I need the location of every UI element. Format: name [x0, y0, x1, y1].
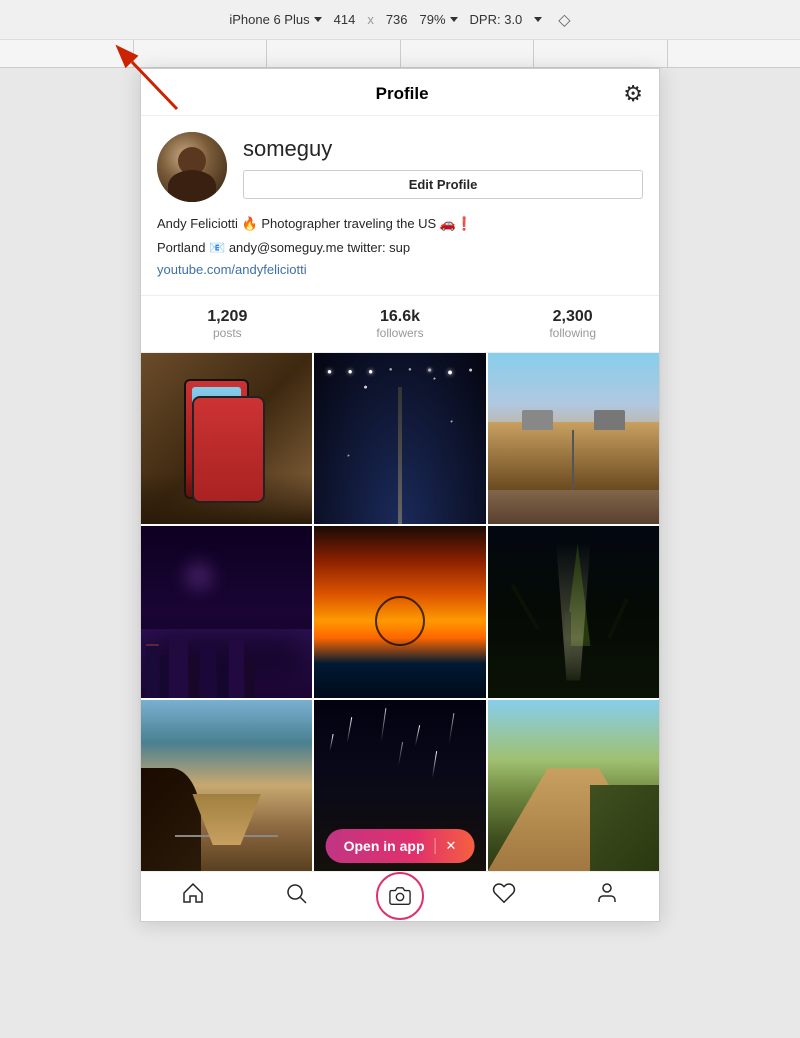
posts-count: 1,209	[141, 308, 314, 326]
camera-icon	[389, 885, 411, 907]
search-icon	[284, 881, 308, 911]
zoom-level[interactable]: 79%	[420, 12, 458, 27]
photo-3[interactable]	[488, 353, 659, 524]
avatar-image	[157, 132, 227, 202]
bio-line-1: Andy Feliciotti 🔥 Photographer traveling…	[157, 214, 643, 234]
tab-6[interactable]	[668, 40, 800, 67]
bio-link[interactable]: youtube.com/andyfeliciotti	[157, 262, 307, 277]
followers-label: followers	[314, 326, 487, 340]
following-count: 2,300	[486, 308, 659, 326]
stat-followers[interactable]: 16.6k followers	[314, 308, 487, 340]
photo-1[interactable]	[141, 353, 312, 524]
tab-5[interactable]	[534, 40, 668, 67]
rotation-icon[interactable]: ◇	[558, 10, 570, 30]
following-label: following	[486, 326, 659, 340]
edit-profile-button[interactable]: Edit Profile	[243, 170, 643, 199]
home-icon	[181, 881, 205, 911]
x-separator: x	[367, 12, 374, 27]
device-name[interactable]: iPhone 6 Plus	[229, 12, 321, 27]
stats-section: 1,209 posts 16.6k followers 2,300 follow…	[141, 296, 659, 353]
person-icon	[595, 881, 619, 911]
banner-divider	[434, 838, 435, 854]
photo-4[interactable]	[141, 526, 312, 697]
tab-1[interactable]	[0, 40, 134, 67]
nav-profile[interactable]	[555, 881, 659, 911]
phone-frame: Profile ⚙ someguy Edit Profile Andy Feli…	[140, 68, 660, 922]
followers-count: 16.6k	[314, 308, 487, 326]
camera-circle	[376, 872, 424, 920]
photo-6[interactable]	[488, 526, 659, 697]
browser-bar: iPhone 6 Plus 414 x 736 79% DPR: 3.0 ◇	[0, 0, 800, 40]
open-in-app-label: Open in app	[344, 838, 425, 854]
banner-close-icon[interactable]: ✕	[445, 838, 456, 854]
bottom-navigation	[141, 871, 659, 921]
avatar	[157, 132, 227, 202]
dpr-dropdown-icon	[534, 17, 542, 22]
page-title: Profile	[181, 84, 623, 104]
tab-4[interactable]	[401, 40, 535, 67]
photo-grid: ● ● ● ● ● ● ● ●	[141, 353, 659, 871]
bio-line-2: Portland 📧 andy@someguy.me twitter: sup	[157, 238, 643, 258]
profile-info-section: someguy Edit Profile Andy Feliciotti 🔥 P…	[141, 116, 659, 296]
profile-right-column: someguy Edit Profile	[243, 136, 643, 199]
resolution-height: 736	[386, 12, 408, 27]
posts-label: posts	[141, 326, 314, 340]
dpr-value: DPR: 3.0	[470, 12, 523, 27]
nav-activity[interactable]	[452, 881, 556, 911]
photo-2[interactable]: ● ● ● ● ● ● ● ●	[314, 353, 485, 524]
tab-2[interactable]	[134, 40, 268, 67]
zoom-dropdown-icon	[450, 17, 458, 22]
tab-3[interactable]	[267, 40, 401, 67]
open-in-app-banner: Open in app ✕	[326, 829, 475, 863]
heart-icon	[492, 881, 516, 911]
tab-bar	[0, 40, 800, 68]
stat-following[interactable]: 2,300 following	[486, 308, 659, 340]
nav-camera[interactable]	[348, 872, 452, 920]
settings-icon[interactable]: ⚙	[623, 81, 643, 107]
nav-search[interactable]	[245, 881, 349, 911]
resolution-width: 414	[334, 12, 356, 27]
username: someguy	[243, 136, 643, 162]
stat-posts[interactable]: 1,209 posts	[141, 308, 314, 340]
photo-5[interactable]	[314, 526, 485, 697]
profile-top-row: someguy Edit Profile	[157, 132, 643, 202]
nav-home[interactable]	[141, 881, 245, 911]
photo-9[interactable]	[488, 700, 659, 871]
device-dropdown-icon	[314, 17, 322, 22]
photo-7[interactable]	[141, 700, 312, 871]
profile-header: Profile ⚙	[141, 69, 659, 116]
